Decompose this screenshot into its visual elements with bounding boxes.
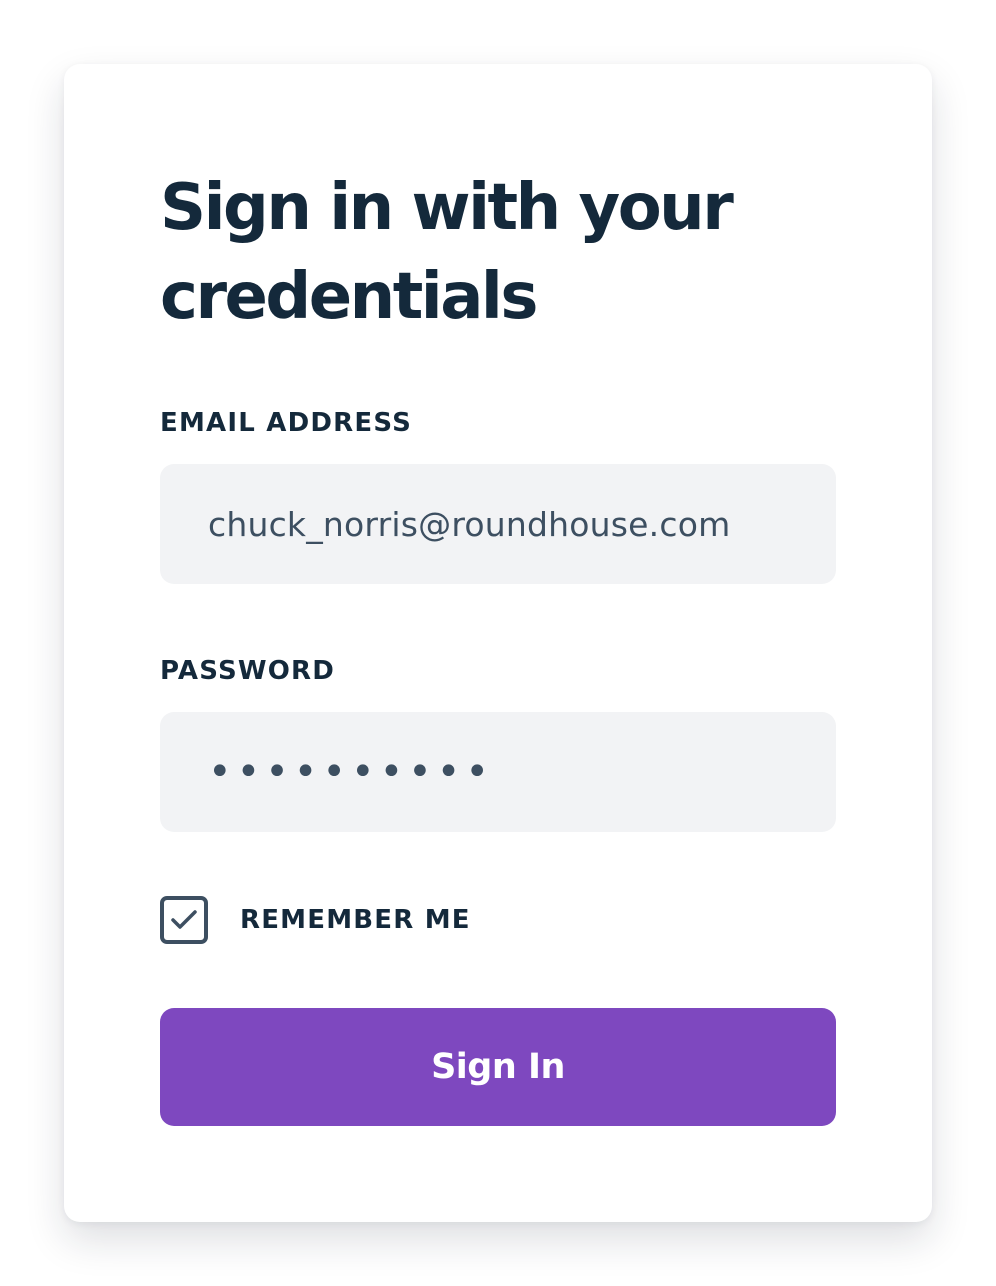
email-field[interactable]: chuck_norris@roundhouse.com bbox=[160, 464, 836, 584]
remember-me-label: REMEMBER ME bbox=[240, 905, 471, 935]
password-value: •••••••••• bbox=[208, 749, 494, 795]
password-label: PASSWORD bbox=[160, 656, 336, 686]
email-label: EMAIL ADDRESS bbox=[160, 408, 412, 438]
sign-in-button[interactable]: Sign In bbox=[160, 1008, 836, 1126]
page-title: Sign in with your credentials bbox=[160, 171, 734, 334]
password-field[interactable]: •••••••••• bbox=[160, 712, 836, 832]
remember-me-row[interactable]: REMEMBER ME bbox=[160, 896, 471, 944]
email-value: chuck_norris@roundhouse.com bbox=[208, 504, 731, 544]
sign-in-card: Sign in with your credentials EMAIL ADDR… bbox=[64, 64, 932, 1222]
check-icon bbox=[171, 910, 197, 929]
remember-me-checkbox[interactable] bbox=[160, 896, 208, 944]
